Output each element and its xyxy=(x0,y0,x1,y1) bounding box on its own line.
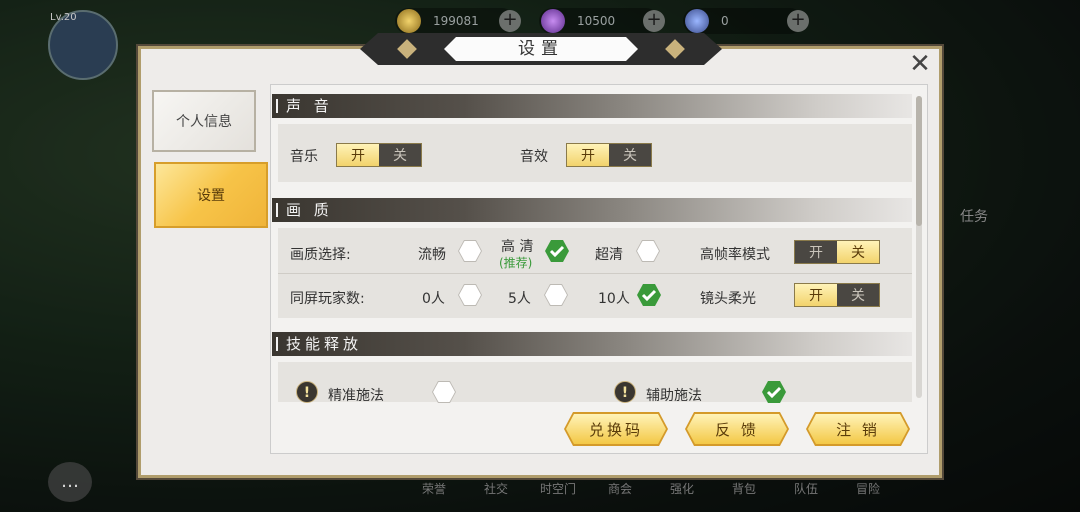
nav-guild[interactable]: 商会 xyxy=(598,480,642,497)
section-quality-title: 画 质 xyxy=(286,201,333,219)
assist-cast-label: 辅助施法 xyxy=(646,388,702,404)
check-icon[interactable] xyxy=(762,381,786,403)
add-gem-button[interactable]: + xyxy=(643,10,665,32)
sfx-toggle[interactable]: 开 关 xyxy=(566,143,652,167)
quality-smooth-label: 流畅 xyxy=(418,247,446,263)
sfx-off-option[interactable]: 关 xyxy=(609,144,651,166)
add-gold-button[interactable]: + xyxy=(499,10,521,32)
info-exclamation-icon[interactable]: ! xyxy=(614,381,636,403)
check-icon[interactable] xyxy=(545,240,569,262)
sfx-label: 音效 xyxy=(520,149,548,165)
info-exclamation-icon[interactable]: ! xyxy=(296,381,318,403)
add-token-button[interactable]: + xyxy=(787,10,809,32)
players-5-label: 5人 xyxy=(508,291,531,307)
high-fps-on-option[interactable]: 开 xyxy=(795,241,837,263)
purple-gem-icon xyxy=(541,9,565,33)
nav-portal[interactable]: 时空门 xyxy=(536,480,580,497)
check-icon[interactable] xyxy=(637,284,661,306)
lens-blur-label: 镜头柔光 xyxy=(700,291,756,307)
quality-hd-recommended: (推荐) xyxy=(499,256,533,270)
lens-blur-toggle[interactable]: 开 关 xyxy=(794,283,880,307)
music-on-option[interactable]: 开 xyxy=(337,144,379,166)
nav-team[interactable]: 队伍 xyxy=(784,480,828,497)
gold-value: 199081 xyxy=(433,14,479,28)
nav-bag[interactable]: 背包 xyxy=(722,480,766,497)
players-0-label: 0人 xyxy=(422,291,445,307)
lens-blur-on-option[interactable]: 开 xyxy=(795,284,837,306)
quality-hd-label: 高 清 xyxy=(501,239,534,255)
players-10-label: 10人 xyxy=(598,291,630,307)
player-level: Lv.20 xyxy=(50,12,77,23)
music-label: 音乐 xyxy=(290,149,318,165)
high-fps-off-option[interactable]: 关 xyxy=(837,241,879,263)
section-sound-header: 声 音 xyxy=(272,94,912,118)
nav-social[interactable]: 社交 xyxy=(474,480,518,497)
redeem-code-button[interactable]: 兑换码 xyxy=(566,414,666,444)
high-fps-toggle[interactable]: 开 关 xyxy=(794,240,880,264)
tab-settings[interactable]: 设置 xyxy=(154,162,268,228)
nav-honor[interactable]: 荣誉 xyxy=(412,480,456,497)
resource-bar: 199081 + 10500 + 0 + xyxy=(395,8,809,34)
dialog-title: 设置 xyxy=(518,39,564,59)
close-icon[interactable]: ✕ xyxy=(902,50,938,78)
resource-gold: 199081 + xyxy=(395,8,521,34)
section-quality-header: 画 质 xyxy=(272,198,912,222)
lens-blur-off-option[interactable]: 关 xyxy=(837,284,879,306)
bottom-nav: 荣誉 社交 时空门 商会 强化 背包 队伍 冒险 xyxy=(412,480,890,497)
tab-personal-info[interactable]: 个人信息 xyxy=(152,90,256,152)
high-fps-label: 高帧率模式 xyxy=(700,247,770,263)
section-skill-header: 技能释放 xyxy=(272,332,912,356)
resource-token: 0 + xyxy=(683,8,809,34)
dialog-title-bar: 设置 xyxy=(360,33,722,65)
players-count-label: 同屏玩家数: xyxy=(290,291,365,307)
gold-coin-icon xyxy=(397,9,421,33)
task-label[interactable]: 任务 xyxy=(960,206,988,226)
sfx-on-option[interactable]: 开 xyxy=(567,144,609,166)
scrollbar[interactable] xyxy=(916,96,922,398)
music-toggle[interactable]: 开 关 xyxy=(336,143,422,167)
quality-select-label: 画质选择: xyxy=(290,247,351,263)
feedback-button[interactable]: 反 馈 xyxy=(687,414,787,444)
chat-icon[interactable]: … xyxy=(48,462,92,502)
token-value: 0 xyxy=(721,14,729,28)
music-off-option[interactable]: 关 xyxy=(379,144,421,166)
precise-cast-label: 精准施法 xyxy=(328,388,384,404)
scroll-thumb[interactable] xyxy=(916,96,922,226)
nav-enhance[interactable]: 强化 xyxy=(660,480,704,497)
resource-gem: 10500 + xyxy=(539,8,665,34)
logout-button[interactable]: 注 销 xyxy=(808,414,908,444)
blue-token-icon xyxy=(685,9,709,33)
section-skill-title: 技能释放 xyxy=(286,335,363,353)
quality-ultra-label: 超清 xyxy=(595,247,623,263)
gem-value: 10500 xyxy=(577,14,616,28)
section-sound-title: 声 音 xyxy=(286,97,333,115)
nav-adventure[interactable]: 冒险 xyxy=(846,480,890,497)
